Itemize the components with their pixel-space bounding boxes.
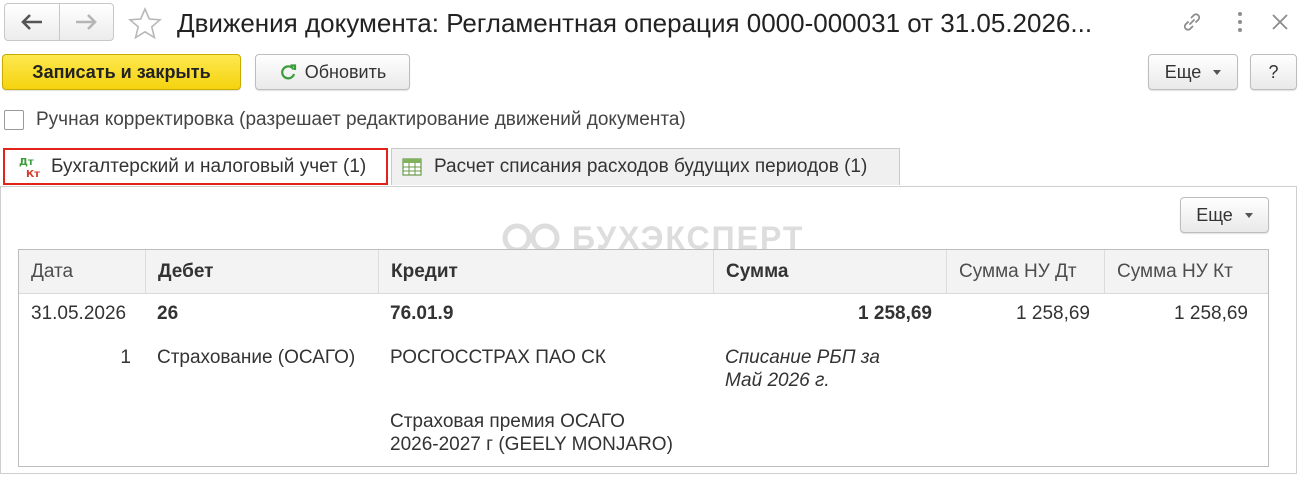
more-label: Еще: [1164, 62, 1202, 82]
svg-text:Кт: Кт: [26, 169, 40, 179]
arrow-left-icon: [20, 14, 42, 30]
forward-button[interactable]: [58, 4, 114, 40]
cell-credit-subconto-1: РОСГОССТРАХ ПАО СК: [390, 347, 606, 368]
refresh-label: Обновить: [304, 62, 387, 82]
table-header: Дата Дебет Кредит Сумма Сумма НУ Дт Сумм…: [19, 250, 1268, 294]
chevron-down-icon: [1213, 69, 1222, 75]
window-title: Движения документа: Регламентная операци…: [177, 8, 1093, 38]
refresh-button[interactable]: Обновить: [255, 54, 410, 90]
cell-amount-nu-kt: 1 258,69: [1174, 303, 1248, 324]
link-icon[interactable]: [1174, 4, 1210, 40]
cell-debit-subconto: Страхование (ОСАГО): [157, 347, 356, 368]
cell-credit-subconto-2-line2: 2026-2027 г (GEELY MONJARO): [390, 434, 673, 455]
refresh-icon: [280, 64, 296, 80]
cell-amount: 1 258,69: [858, 303, 932, 324]
manual-correction-label[interactable]: Ручная корректировка (разрешает редактир…: [36, 108, 686, 132]
column-amount-nu-kt[interactable]: Сумма НУ Кт: [1104, 250, 1261, 293]
back-button[interactable]: [5, 4, 59, 40]
svg-text:Дт: Дт: [19, 157, 34, 168]
save-and-close-button[interactable]: Записать и закрыть: [2, 54, 241, 90]
cell-line-number: 1: [120, 347, 131, 368]
column-credit[interactable]: Кредит: [378, 250, 713, 293]
column-date[interactable]: Дата: [19, 250, 145, 293]
panel-more-label: Еще: [1196, 205, 1233, 225]
cell-content-line1: Списание РБП за: [725, 347, 880, 368]
cell-date: 31.05.2026: [31, 303, 127, 324]
navigation-buttons: [4, 3, 114, 41]
more-vertical-icon[interactable]: [1222, 4, 1258, 40]
tab-rbp-calculation[interactable]: Расчет списания расходов будущих периодо…: [391, 148, 900, 185]
dt-kt-icon: Дт Кт: [19, 157, 40, 179]
chevron-down-icon: [1244, 212, 1253, 218]
more-button[interactable]: Еще: [1148, 54, 1238, 90]
close-icon[interactable]: [1262, 4, 1298, 40]
favorite-star-icon[interactable]: [126, 4, 164, 42]
column-debit[interactable]: Дебет: [145, 250, 378, 293]
table-grid-icon: [402, 158, 422, 176]
panel-more-button[interactable]: Еще: [1180, 197, 1269, 233]
help-button[interactable]: ?: [1250, 54, 1297, 90]
column-amount-nu-dt[interactable]: Сумма НУ Дт: [946, 250, 1104, 293]
entries-table: Дата Дебет Кредит Сумма Сумма НУ Дт Сумм…: [18, 249, 1269, 467]
cell-amount-nu-dt: 1 258,69: [1016, 303, 1090, 324]
tab-accounting-label: Бухгалтерский и налоговый учет (1): [51, 155, 367, 177]
column-amount[interactable]: Сумма: [713, 250, 946, 293]
cell-content-line2: Май 2026 г.: [725, 370, 830, 391]
tab-rbp-label: Расчет списания расходов будущих периодо…: [434, 156, 868, 177]
manual-correction-checkbox[interactable]: [4, 110, 24, 130]
tab-accounting-tax[interactable]: Дт Кт Бухгалтерский и налоговый учет (1): [3, 148, 388, 185]
cell-debit-account: 26: [157, 303, 179, 324]
cell-credit-account: 76.01.9: [390, 303, 454, 324]
cell-credit-subconto-2-line1: Страховая премия ОСАГО: [390, 411, 625, 432]
arrow-right-icon: [76, 14, 98, 30]
